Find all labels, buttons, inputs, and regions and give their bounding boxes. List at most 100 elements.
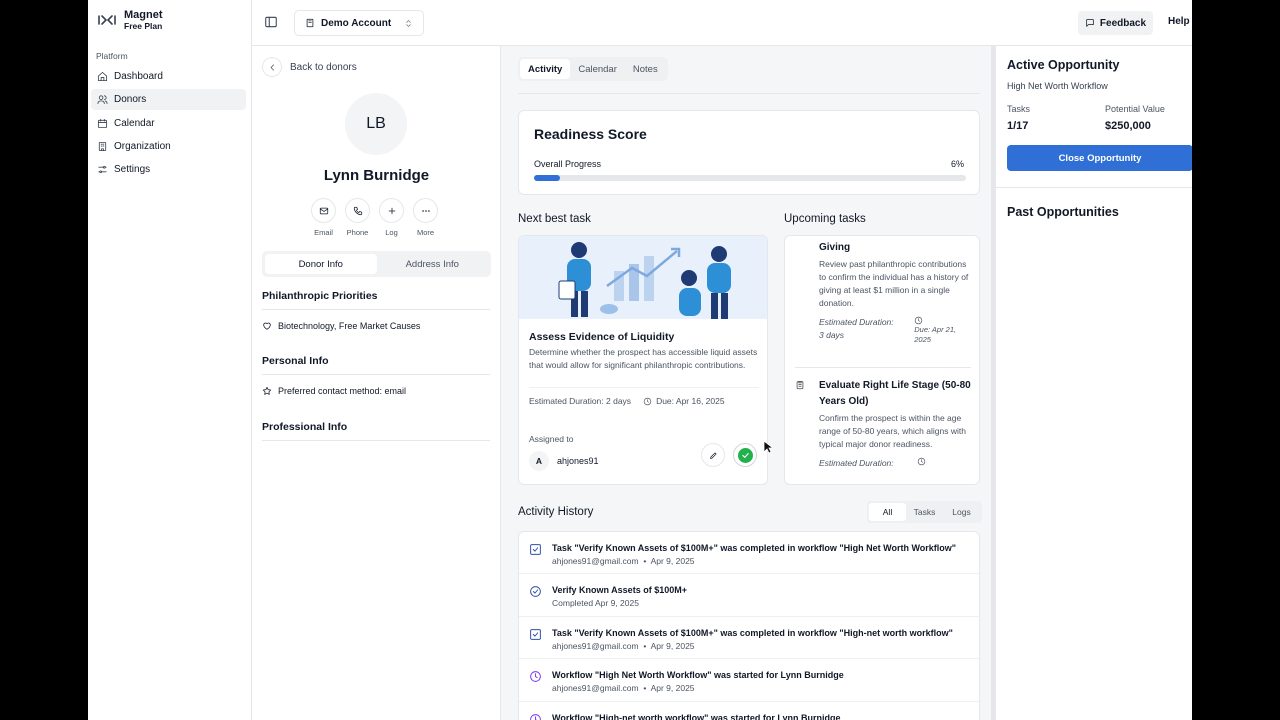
tasks-value: 1/17 [1007, 120, 1029, 132]
email-action[interactable]: Email [311, 198, 336, 237]
next-task-description: Determine whether the prospect has acces… [529, 347, 758, 370]
edit-task-button[interactable] [701, 443, 725, 467]
philanthropic-row: Biotechnology, Free Market Causes [262, 321, 490, 331]
active-opportunity-title: Active Opportunity [1007, 58, 1120, 72]
divider [795, 367, 971, 368]
personal-section: Personal Info Preferred contact method: … [262, 355, 490, 396]
section-title: Personal Info [262, 355, 490, 375]
brand[interactable]: Magnet Free Plan [98, 9, 163, 31]
history-user: ahjones91@gmail.com [552, 556, 639, 566]
complete-task-button[interactable] [733, 443, 757, 467]
upcoming-task-meta: Estimated Duration: 3 days Due: Apr 21, 2… [819, 316, 973, 345]
close-opportunity-button[interactable]: Close Opportunity [1007, 145, 1192, 171]
log-action[interactable]: Log [379, 198, 404, 237]
history-row[interactable]: Verify Known Assets of $100M+ Completed … [519, 574, 979, 617]
readiness-title: Readiness Score [534, 126, 647, 142]
mouse-cursor-icon [763, 440, 773, 454]
message-icon [1085, 18, 1095, 28]
tab-logs[interactable]: Logs [943, 503, 980, 521]
clock-icon [917, 457, 926, 470]
section-title: Professional Info [262, 421, 490, 441]
duration-value: 3 days [819, 330, 845, 340]
back-label: Back to donors [290, 61, 357, 73]
back-to-donors-link[interactable]: Back to donors [262, 57, 357, 77]
magnet-logo-icon [98, 14, 116, 26]
next-task-meta: Estimated Duration: 2 days Due: Apr 16, … [529, 387, 759, 406]
heart-icon [262, 321, 272, 331]
quick-actions: Email Phone Log More [311, 198, 438, 237]
tab-address-info[interactable]: Address Info [377, 254, 489, 274]
tab-calendar[interactable]: Calendar [570, 59, 625, 79]
potential-value-label: Potential Value [1105, 104, 1165, 114]
assignee-name: ahjones91 [557, 456, 599, 466]
readiness-card: Readiness Score Overall Progress 6% [518, 110, 980, 195]
feedback-button[interactable]: Feedback [1078, 11, 1153, 35]
activity-history-tabs: All Tasks Logs [867, 501, 982, 523]
history-user: ahjones91@gmail.com [552, 640, 639, 651]
tab-all[interactable]: All [869, 503, 906, 521]
circle-check-icon [529, 585, 542, 598]
tasks-label: Tasks [1007, 104, 1031, 114]
upcoming-task-meta: Estimated Duration: [819, 457, 973, 470]
sidebar-item-organization[interactable]: Organization [91, 136, 246, 157]
personal-row: Preferred contact method: email [262, 386, 490, 396]
history-row[interactable]: Workflow "High-net worth workflow" was s… [519, 702, 979, 720]
clock-icon [529, 713, 542, 720]
chevron-left-icon [262, 57, 282, 77]
sidebar-toggle-icon[interactable] [264, 15, 278, 29]
history-row[interactable]: Task "Verify Known Assets of $100M+" was… [519, 617, 979, 660]
sidebar-item-dashboard[interactable]: Dashboard [91, 66, 246, 87]
sidebar-nav: Dashboard Donors Calendar Organization S… [91, 66, 246, 182]
progress-label: Overall Progress [534, 159, 602, 169]
history-date: Apr 9, 2025 [650, 683, 695, 694]
upcoming-tasks-card: Confirm Demonstrated 7-Figure Giving Rev… [784, 235, 980, 485]
assignee-avatar: A [529, 451, 549, 471]
past-opportunities-title: Past Opportunities [1007, 205, 1119, 219]
sidebar: Magnet Free Plan Platform Dashboard Dono… [88, 0, 252, 720]
check-icon [737, 447, 753, 463]
history-title: Task "Verify Known Assets of $100M+" was… [552, 543, 957, 553]
tab-donor-info[interactable]: Donor Info [265, 254, 377, 274]
sidebar-item-label: Donors [114, 94, 147, 106]
separator-dot: • [643, 556, 647, 566]
sidebar-item-calendar[interactable]: Calendar [91, 113, 246, 134]
feedback-label: Feedback [1099, 17, 1147, 29]
section-title: Philanthropic Priorities [262, 290, 490, 310]
phone-action[interactable]: Phone [345, 198, 370, 237]
next-task-title: Assess Evidence of Liquidity [529, 331, 675, 343]
divider [996, 187, 1192, 188]
history-sub: Completed Apr 9, 2025 [552, 598, 639, 609]
duration-label: Estimated Duration: [819, 458, 894, 468]
tab-tasks[interactable]: Tasks [906, 503, 943, 521]
potential-value: $250,000 [1105, 120, 1151, 132]
upcoming-task-title: Evaluate Right Life Stage (50-80 Years O… [819, 380, 971, 407]
sidebar-item-label: Dashboard [114, 71, 163, 82]
tab-notes[interactable]: Notes [625, 59, 666, 79]
top-bar: Demo Account Feedback Help [252, 0, 1192, 46]
task-illustration [519, 236, 767, 319]
app-plan: Free Plan [124, 21, 163, 31]
profile-tabs: Donor Info Address Info [262, 251, 491, 277]
upcoming-task[interactable]: Evaluate Right Life Stage (50-80 Years O… [795, 378, 973, 470]
sidebar-item-settings[interactable]: Settings [91, 159, 246, 180]
more-action[interactable]: More [413, 198, 438, 237]
sidebar-item-donors[interactable]: Donors [91, 89, 246, 111]
upcoming-task[interactable]: Confirm Demonstrated 7-Figure Giving Rev… [795, 236, 973, 345]
history-user: ahjones91@gmail.com [552, 683, 639, 694]
home-icon [97, 71, 108, 82]
sidebar-item-label: Calendar [114, 117, 155, 129]
account-switcher[interactable]: Demo Account [294, 10, 424, 36]
history-row[interactable]: Task "Verify Known Assets of $100M+" was… [519, 532, 979, 575]
tab-activity[interactable]: Activity [520, 59, 571, 79]
assigned-label: Assigned to [529, 434, 574, 444]
history-title: Task "Verify Known Assets of $100M+" was… [552, 627, 953, 638]
sidebar-item-label: Settings [114, 164, 151, 176]
task-check-icon [529, 543, 542, 556]
calendar-icon [97, 118, 108, 129]
sidebar-item-label: Organization [114, 140, 171, 152]
building-icon [305, 18, 315, 28]
help-button[interactable]: Help [1168, 16, 1190, 27]
star-icon [262, 386, 272, 396]
action-label: More [416, 228, 435, 237]
history-row[interactable]: Workflow "High Net Worth Workflow" was s… [519, 659, 979, 702]
